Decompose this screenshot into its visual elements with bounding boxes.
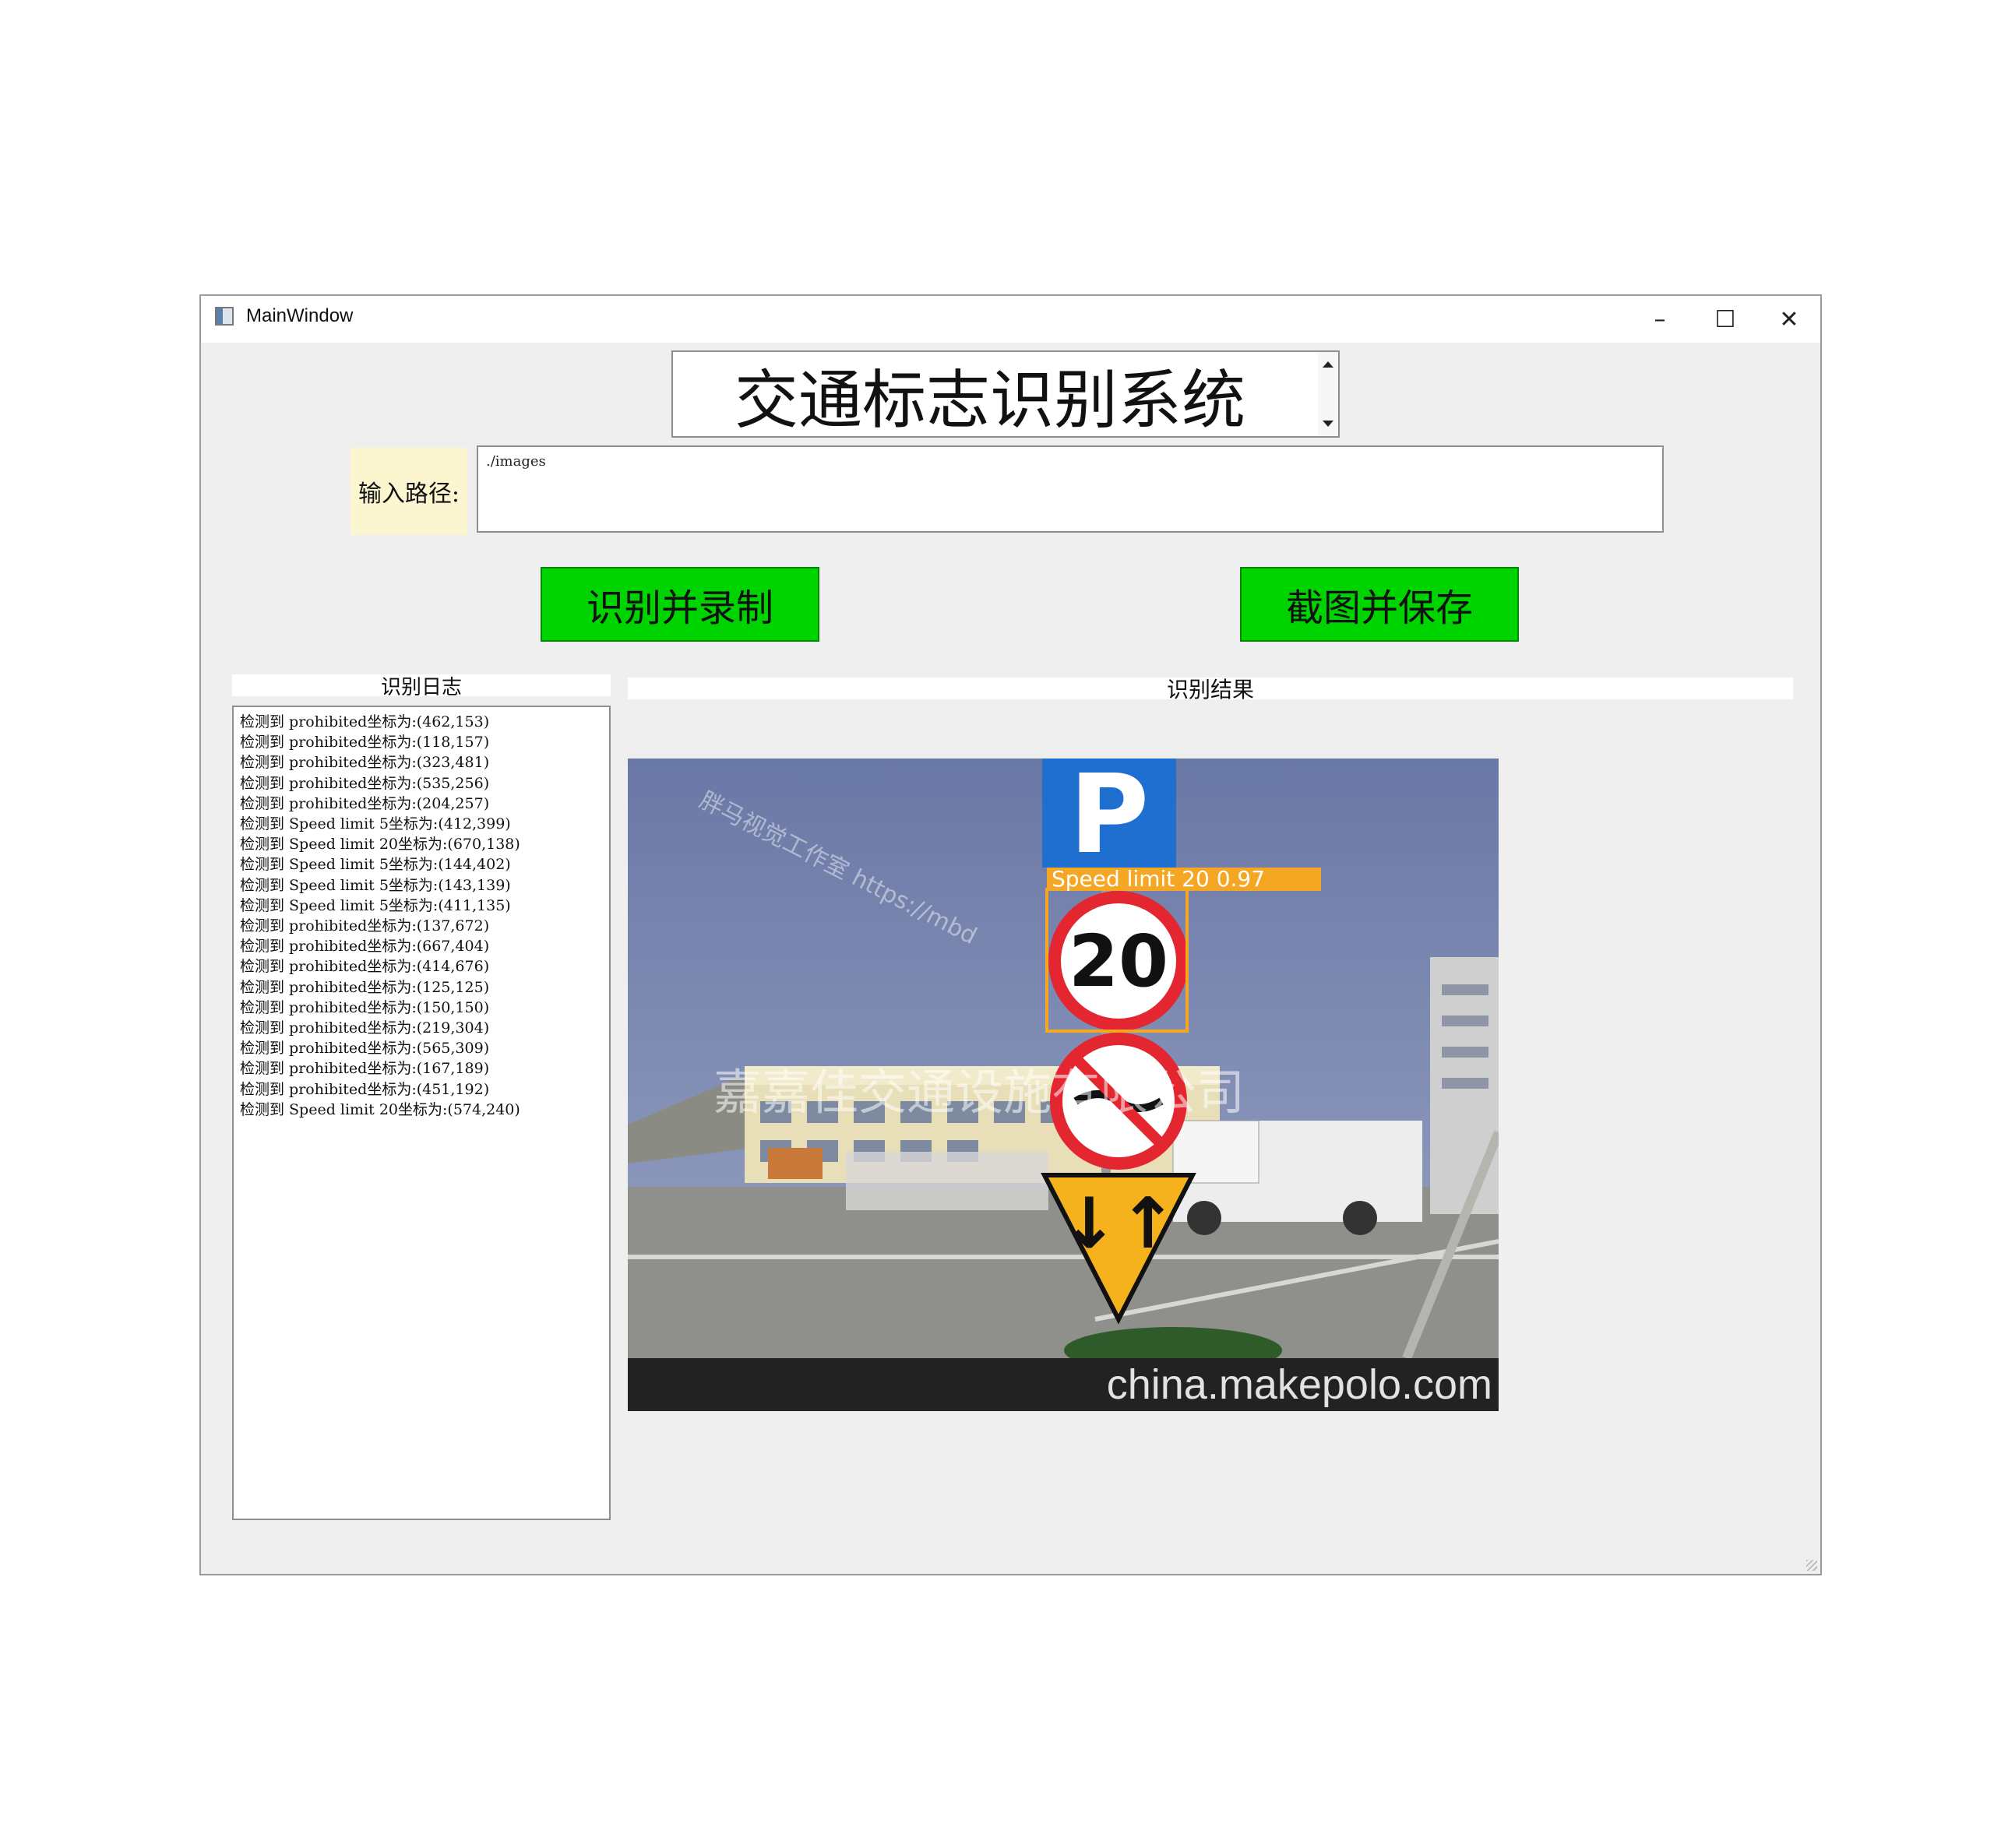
parking-sign-letter: P [1069, 759, 1150, 878]
log-line: 检测到 Speed limit 5坐标为:(143,139) [240, 876, 511, 894]
log-list[interactable]: 检测到 prohibited坐标为:(462,153) 检测到 prohibit… [232, 706, 611, 1520]
maximize-button[interactable]: ☐ [1693, 296, 1757, 343]
log-line: 检测到 Speed limit 5坐标为:(412,399) [240, 815, 511, 833]
path-label: 输入路径: [351, 448, 467, 535]
app-title: 交通标志识别系统 [734, 363, 1245, 438]
detection-label: Speed limit 20 0.97 [1052, 866, 1265, 892]
path-input[interactable]: ./images [477, 445, 1664, 533]
two-way-arrows-icon: ↓↑ [1060, 1183, 1178, 1265]
log-line: 检测到 Speed limit 5坐标为:(411,135) [240, 896, 511, 914]
record-button[interactable]: 识别并录制 [541, 567, 819, 642]
log-line: 检测到 prohibited坐标为:(219,304) [240, 1019, 490, 1037]
result-image: P 20 Speed limit 20 0.97 ↓↑ 胖马视觉工作室 http… [628, 759, 1499, 1411]
scroll-up-icon[interactable] [1323, 361, 1333, 368]
log-line: 检测到 prohibited坐标为:(451,192) [240, 1080, 490, 1098]
minimize-button[interactable]: – [1628, 296, 1692, 343]
car [768, 1148, 823, 1179]
window-title: MainWindow [246, 305, 354, 326]
log-line: 检测到 Speed limit 20坐标为:(670,138) [240, 836, 520, 854]
result-header: 识别结果 [628, 677, 1793, 702]
main-window: MainWindow – ☐ ✕ 交通标志识别系统 输入路径: ./images… [199, 294, 1822, 1575]
app-title-box[interactable]: 交通标志识别系统 [671, 350, 1340, 438]
close-button[interactable]: ✕ [1757, 296, 1820, 343]
resize-grip[interactable] [1806, 1560, 1817, 1571]
app-icon [215, 307, 234, 326]
log-header: 识别日志 [232, 674, 611, 699]
log-line: 检测到 prohibited坐标为:(204,257) [240, 794, 490, 812]
title-bar[interactable]: MainWindow – ☐ ✕ [201, 296, 1820, 343]
log-line: 检测到 prohibited坐标为:(414,676) [240, 958, 490, 976]
log-line: 检测到 prohibited坐标为:(462,153) [240, 713, 490, 730]
log-line: 检测到 Speed limit 5坐标为:(144,402) [240, 856, 511, 874]
watermark-company: 嘉嘉佳交通设施有限公司 [713, 1064, 1245, 1121]
log-line: 检测到 prohibited坐标为:(137,672) [240, 917, 490, 935]
log-line: 检测到 prohibited坐标为:(323,481) [240, 754, 490, 772]
scroll-down-icon[interactable] [1323, 421, 1333, 427]
log-line: 检测到 Speed limit 20坐标为:(574,240) [240, 1100, 520, 1118]
log-line: 检测到 prohibited坐标为:(565,309) [240, 1040, 490, 1058]
log-line: 检测到 prohibited坐标为:(118,157) [240, 734, 490, 752]
log-line: 检测到 prohibited坐标为:(167,189) [240, 1060, 490, 1078]
watermark-site: china.makepolo.com [1107, 1361, 1492, 1408]
screenshot-button[interactable]: 截图并保存 [1240, 567, 1519, 642]
log-line: 检测到 prohibited坐标为:(150,150) [240, 998, 490, 1016]
title-spin-scrollbar[interactable] [1318, 352, 1338, 436]
gate [846, 1152, 1048, 1210]
log-line: 检测到 prohibited坐标为:(535,256) [240, 774, 490, 792]
log-line: 检测到 prohibited坐标为:(125,125) [240, 978, 490, 996]
log-line: 检测到 prohibited坐标为:(667,404) [240, 938, 490, 956]
speed-limit-number: 20 [1069, 920, 1168, 1003]
